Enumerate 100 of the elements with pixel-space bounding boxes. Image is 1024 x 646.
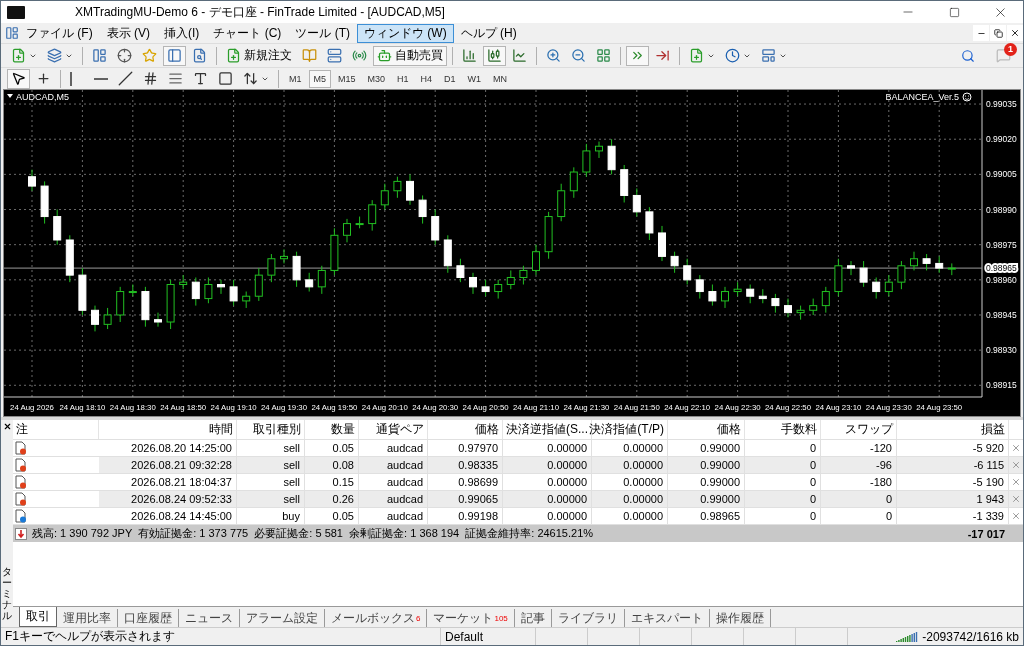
- radio-icon: [352, 48, 367, 63]
- toolbar-button[interactable]: 自動売買: [373, 45, 447, 66]
- lines-icon: [168, 71, 183, 86]
- toolbar-button[interactable]: 新規注文: [222, 45, 296, 66]
- candle: [368, 199, 377, 232]
- search-icon[interactable]: [961, 48, 975, 63]
- candle: [821, 286, 830, 314]
- timeframe-button[interactable]: M5: [308, 69, 332, 88]
- candle: [695, 274, 704, 300]
- close-icon[interactable]: [2, 422, 12, 431]
- candle: [28, 169, 36, 192]
- menu-item[interactable]: ファイル (F): [19, 23, 100, 43]
- column-header[interactable]: スワップ: [821, 420, 897, 439]
- column-header[interactable]: 数量: [305, 420, 359, 439]
- chart-window-icon[interactable]: [5, 26, 19, 40]
- column-header[interactable]: 手数料: [745, 420, 821, 439]
- column-header[interactable]: 注: [13, 420, 99, 439]
- candle: [670, 251, 679, 274]
- candle: [632, 187, 641, 218]
- candle: [947, 262, 956, 276]
- column-header[interactable]: 取引種別: [237, 420, 305, 439]
- table-cell: -1 339: [897, 508, 1009, 524]
- terminal-tab[interactable]: 取引: [19, 607, 57, 627]
- menu-item[interactable]: ウィンドウ (W): [357, 23, 454, 43]
- table-cell: 0.15: [305, 474, 359, 490]
- terminal-tab[interactable]: ニュース: [179, 609, 240, 627]
- table-cell: 0.99000: [668, 491, 745, 507]
- dropdown-icon[interactable]: [7, 94, 13, 98]
- price-label: 0.98945: [986, 310, 1017, 320]
- minimize-button[interactable]: [973, 25, 989, 41]
- terminal-tab[interactable]: ライブラリ: [551, 609, 625, 627]
- table-cell: -96: [821, 457, 897, 473]
- menu-item[interactable]: ツール (T): [288, 23, 357, 43]
- chart-symbol: AUDCAD,M5: [16, 92, 69, 102]
- menu-item[interactable]: チャート (C): [206, 23, 289, 43]
- column-header[interactable]: 損益: [897, 420, 1009, 439]
- column-header[interactable]: 通貨ペア: [359, 420, 428, 439]
- candle: [897, 260, 906, 290]
- candle: [658, 225, 666, 262]
- candle: [40, 180, 49, 225]
- toolbar-button[interactable]: [483, 45, 506, 66]
- table-cell: 0: [745, 508, 821, 524]
- table-cell: sell: [237, 474, 305, 490]
- close-button[interactable]: [1007, 25, 1023, 41]
- terminal-tab[interactable]: 記事: [514, 609, 552, 627]
- restore-icon: [993, 28, 1003, 38]
- terminal-tab[interactable]: 操作履歴: [709, 609, 771, 627]
- menu-item[interactable]: 表示 (V): [99, 23, 157, 43]
- candle: [179, 274, 188, 290]
- cursor-icon: [11, 71, 26, 86]
- price-label: 0.99035: [986, 99, 1017, 110]
- candle: [809, 298, 818, 316]
- terminal-tab[interactable]: エキスパート: [624, 609, 710, 627]
- column-header[interactable]: 時間: [99, 420, 237, 439]
- menu-item[interactable]: 挿入(I): [157, 23, 207, 43]
- timeframe-button[interactable]: H1: [392, 69, 414, 88]
- server-icon: [327, 48, 342, 63]
- candle: [544, 211, 553, 260]
- timeframe-button[interactable]: M15: [333, 69, 361, 88]
- timeframe-button[interactable]: M1: [284, 69, 307, 88]
- table-cell: sell: [237, 491, 305, 507]
- timeframe-button[interactable]: W1: [462, 69, 487, 88]
- toolbar-button[interactable]: [7, 68, 30, 89]
- column-header[interactable]: 価格: [668, 420, 745, 439]
- star-icon: [142, 48, 157, 63]
- candle: [65, 234, 74, 283]
- candle: [317, 265, 326, 295]
- table-cell: -120: [821, 440, 897, 456]
- terminal-tab[interactable]: 運用比率: [57, 609, 118, 627]
- connection-bars-icon: [896, 631, 919, 642]
- table-cell: 0.08: [305, 457, 359, 473]
- profile-name: Default: [441, 628, 536, 645]
- table-cell: 0.00000: [503, 474, 592, 490]
- maximize-icon: [948, 6, 960, 18]
- timeframe-button[interactable]: D1: [439, 69, 461, 88]
- table-cell: 2026.08.21 09:32:28: [99, 457, 237, 473]
- timeframe-button[interactable]: MN: [488, 69, 513, 88]
- table-cell: -180: [821, 474, 897, 490]
- price-label: 0.98930: [986, 345, 1017, 356]
- restore-button[interactable]: [990, 25, 1006, 41]
- menu-item[interactable]: ヘルプ (H): [453, 23, 524, 43]
- candle: [645, 206, 654, 241]
- candle: [922, 253, 931, 271]
- candle: [557, 183, 566, 222]
- timeframe-button[interactable]: M30: [362, 69, 391, 88]
- table-cell: buy: [237, 508, 305, 524]
- table-cell: -5 920: [897, 440, 1009, 456]
- terminal-tab[interactable]: アラーム設定: [240, 609, 325, 627]
- table-cell: sell: [237, 457, 305, 473]
- candle: [103, 307, 112, 330]
- candle: [343, 218, 351, 243]
- terminal-tab[interactable]: 口座履歴: [118, 609, 179, 627]
- table-cell: 0.98699: [428, 474, 503, 490]
- timeframe-button[interactable]: H4: [415, 69, 438, 88]
- column-header[interactable]: 価格: [428, 420, 503, 439]
- file-search-icon: [192, 48, 207, 63]
- grid-icon: [596, 48, 611, 63]
- table-cell: 0.99198: [428, 508, 503, 524]
- table-cell: 0.00000: [503, 508, 592, 524]
- candle: [393, 176, 402, 199]
